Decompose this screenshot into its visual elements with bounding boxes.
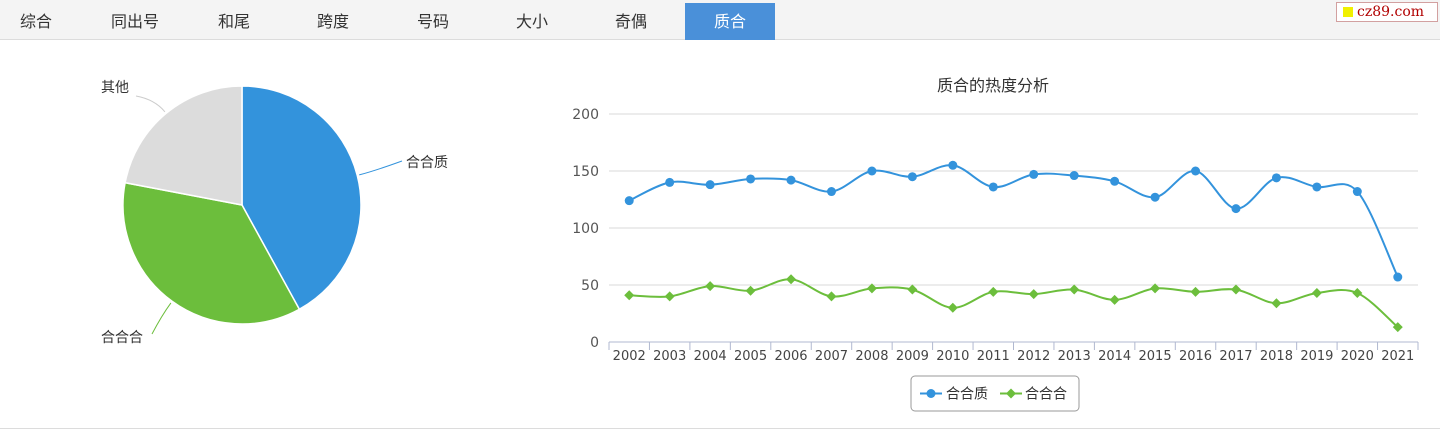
data-point — [988, 286, 999, 297]
x-tick-label: 2021 — [1381, 349, 1414, 364]
data-point — [1028, 289, 1039, 300]
x-tick-label: 2006 — [774, 349, 807, 364]
data-point — [1069, 284, 1080, 295]
chart-title: 质合的热度分析 — [937, 76, 1049, 95]
legend-marker — [926, 389, 936, 398]
data-point — [1150, 192, 1160, 202]
data-point — [1190, 286, 1201, 297]
data-point — [1312, 182, 1322, 192]
pie-connector — [135, 95, 166, 113]
data-point — [988, 182, 998, 192]
data-point — [1231, 204, 1241, 214]
x-tick-label: 2008 — [855, 349, 888, 364]
pie-chart: 合合质合合合 其他 — [101, 80, 448, 346]
x-tick-label: 2019 — [1300, 349, 1333, 364]
data-point — [948, 160, 958, 170]
x-tick-label: 2018 — [1260, 349, 1293, 364]
data-point — [1352, 187, 1362, 197]
data-point — [1109, 294, 1120, 305]
data-point — [1311, 287, 1322, 298]
data-point — [907, 172, 917, 182]
bottom-divider — [0, 428, 1440, 429]
pie-label: 合合合 — [101, 330, 143, 346]
y-tick-label: 0 — [590, 335, 599, 351]
data-point — [1271, 298, 1282, 309]
x-tick-label: 2011 — [977, 349, 1010, 364]
data-point — [786, 274, 797, 285]
x-tick-label: 2016 — [1179, 349, 1212, 364]
data-point — [746, 174, 756, 184]
x-tick-label: 2009 — [896, 349, 929, 364]
data-point — [1271, 173, 1281, 183]
data-point — [1069, 171, 1079, 181]
data-point — [1230, 284, 1241, 295]
x-tick-label: 2004 — [694, 349, 727, 364]
x-tick-label: 2012 — [1017, 349, 1050, 364]
data-point — [826, 187, 836, 197]
pie-label: 合合质 — [406, 155, 448, 171]
data-point — [624, 290, 635, 301]
x-tick-label: 2014 — [1098, 349, 1131, 364]
data-point — [665, 177, 675, 187]
data-point — [1352, 287, 1363, 298]
series-line — [629, 278, 1399, 328]
charts-canvas: 合合质合合合其他 质合的热度分析 0501001502002002 2003 200… — [101, 76, 1419, 412]
data-point — [1110, 176, 1120, 186]
line-chart: 质合的热度分析 0 50 100 150 200 2002 2003 2004 2005 2006… — [572, 76, 1419, 412]
data-point — [664, 291, 675, 302]
pie-connector — [151, 302, 172, 335]
data-point — [1393, 272, 1403, 282]
data-point — [705, 281, 716, 292]
data-point — [867, 166, 877, 176]
pie-label: 其他 — [101, 80, 129, 96]
x-tick-label: 2020 — [1341, 349, 1374, 364]
data-point — [1029, 169, 1039, 179]
y-tick-label: 200 — [572, 107, 599, 123]
data-point — [826, 291, 837, 302]
legend-label: 合合合 — [1025, 387, 1067, 403]
data-point — [786, 175, 796, 185]
x-tick-label: 2007 — [815, 349, 848, 364]
pie-connector — [359, 160, 403, 176]
x-tick-label: 2010 — [936, 349, 969, 364]
legend-label: 合合质 — [946, 387, 988, 403]
data-point — [1191, 166, 1201, 176]
data-point — [947, 302, 958, 313]
x-tick-label: 2017 — [1219, 349, 1252, 364]
x-tick-label: 2003 — [653, 349, 686, 364]
x-tick-label: 2013 — [1058, 349, 1091, 364]
data-point — [745, 285, 756, 296]
series-line — [628, 164, 1399, 278]
data-point — [705, 180, 715, 190]
x-tick-label: 2015 — [1139, 349, 1172, 364]
data-point — [624, 196, 634, 206]
y-tick-label: 50 — [581, 278, 599, 294]
y-tick-label: 100 — [572, 221, 599, 237]
data-point — [907, 284, 918, 295]
x-tick-label: 2005 — [734, 349, 767, 364]
y-tick-label: 150 — [572, 164, 599, 180]
x-tick-label: 2002 — [613, 349, 646, 364]
